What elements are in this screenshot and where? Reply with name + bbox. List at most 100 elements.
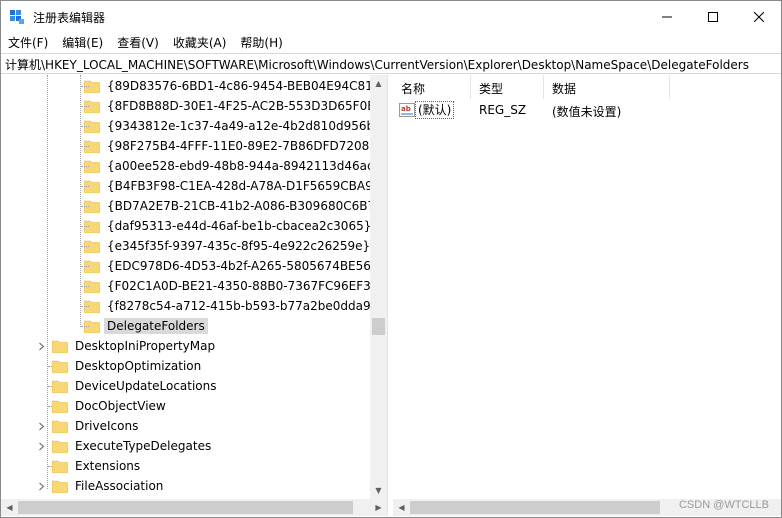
tree-item-label: DesktopIniPropertyMap <box>75 339 216 353</box>
registry-editor-window: 注册表编辑器 文件(F) 编辑(E) 查看(V) 收藏夹(A) 帮助(H) 计算… <box>0 0 782 518</box>
tree-item-selected[interactable]: DelegateFolders <box>81 316 208 336</box>
folder-icon <box>52 420 68 433</box>
tree-item-label: {f8278c54-a712-415b-b593-b77a2be0dda9} <box>107 299 379 313</box>
tree-item-label: {F02C1A0D-BE21-4350-88B0-7367FC96EF3C} <box>107 279 387 293</box>
tree-item[interactable]: Extensions <box>48 456 143 476</box>
watermark-text: CSDN @WTCLLB <box>678 499 769 511</box>
scroll-down-icon[interactable]: ▼ <box>370 482 387 499</box>
list-item[interactable]: ab (默认) REG_SZ (数值未设置) <box>393 100 781 120</box>
close-button[interactable] <box>736 1 782 32</box>
tree-guide-line <box>48 406 52 407</box>
tree-item[interactable]: DesktopOptimization <box>48 356 204 376</box>
tree-item[interactable]: {a00ee528-ebd9-48b8-944a-8942113d46ac} <box>81 156 384 176</box>
tree-item[interactable]: {F02C1A0D-BE21-4350-88B0-7367FC96EF3C} <box>81 276 387 296</box>
scroll-right-icon[interactable]: ▶ <box>370 499 387 516</box>
tree-item[interactable]: {e345f35f-9397-435c-8f95-4e922c26259e} <box>81 236 373 256</box>
tree-guide-line <box>48 466 52 467</box>
minimize-icon <box>662 16 672 17</box>
menu-view[interactable]: 查看(V) <box>110 32 166 52</box>
folder-icon <box>52 480 68 493</box>
folder-icon <box>52 360 68 373</box>
tree-item[interactable]: {9343812e-1c37-4a49-a12e-4b2d810d956b} <box>81 116 385 136</box>
tree-item[interactable]: DocObjectView <box>48 396 169 416</box>
tree-item-label: {9343812e-1c37-4a49-a12e-4b2d810d956b} <box>107 119 382 133</box>
menu-help[interactable]: 帮助(H) <box>233 32 289 52</box>
tree-item-label: DelegateFolders <box>104 318 208 334</box>
tree-guide-line <box>81 186 89 187</box>
chevron-right-icon[interactable] <box>37 422 46 431</box>
scroll-left-icon[interactable]: ◀ <box>1 499 18 516</box>
chevron-right-icon[interactable] <box>37 342 46 351</box>
tree-item-label: {B4FB3F98-C1EA-428d-A78A-D1F5659CBA93} <box>107 179 387 193</box>
column-header-name[interactable]: 名称 <box>401 80 425 97</box>
scroll-thumb[interactable] <box>372 318 385 335</box>
tree-item-label: {e345f35f-9397-435c-8f95-4e922c26259e} <box>107 239 371 253</box>
tree-item-label: Extensions <box>75 459 141 473</box>
tree-item[interactable]: {8FD8B88D-30E1-4F25-AC2B-553D3D65F0EA} <box>81 96 387 116</box>
maximize-button[interactable] <box>690 1 736 32</box>
tree-guide-line <box>48 386 52 387</box>
regedit-app-icon <box>10 10 24 24</box>
column-separator[interactable] <box>470 75 471 99</box>
window-title: 注册表编辑器 <box>33 11 106 25</box>
column-separator[interactable] <box>669 75 670 99</box>
menu-file[interactable]: 文件(F) <box>1 32 55 52</box>
scroll-thumb[interactable] <box>410 501 660 514</box>
scroll-left-icon[interactable]: ◀ <box>393 499 410 516</box>
chevron-right-icon[interactable] <box>37 442 46 451</box>
column-header-data[interactable]: 数据 <box>552 80 576 97</box>
tree-item[interactable]: FileAssociation <box>37 476 166 496</box>
chevron-right-icon[interactable] <box>37 482 46 491</box>
svg-text:ab: ab <box>401 105 411 113</box>
tree-item-label: {8FD8B88D-30E1-4F25-AC2B-553D3D65F0EA} <box>107 99 387 113</box>
tree-item-label: {daf95313-e44d-46af-be1b-cbacea2c3065} <box>107 219 372 233</box>
title-bar[interactable]: 注册表编辑器 <box>1 1 781 32</box>
values-list: 名称 类型 数据 ab (默认) REG_SZ (数值未设置) <box>393 75 781 499</box>
tree-item[interactable]: {98F275B4-4FFF-11E0-89E2-7B86DFD72085} <box>81 136 387 156</box>
tree-guide-line <box>81 246 89 247</box>
tree-item[interactable]: DesktopIniPropertyMap <box>37 336 218 356</box>
column-header-type[interactable]: 类型 <box>479 80 503 97</box>
tree-guide-line <box>81 166 89 167</box>
registry-tree: {89D83576-6BD1-4c86-9454-BEB04E94C819} {… <box>1 75 387 499</box>
tree-guide-line <box>48 366 52 367</box>
folder-icon <box>52 380 68 393</box>
value-data: (数值未设置) <box>552 105 622 119</box>
tree-guide-line <box>81 146 89 147</box>
tree-guide-line <box>81 206 89 207</box>
close-icon <box>754 11 764 22</box>
tree-item[interactable]: {BD7A2E7B-21CB-41b2-A086-B309680C6B7E} <box>81 196 387 216</box>
folder-icon <box>52 340 68 353</box>
tree-item[interactable]: {f8278c54-a712-415b-b593-b77a2be0dda9} <box>81 296 381 316</box>
tree-vertical-scrollbar[interactable]: ▲ ▼ <box>370 75 387 499</box>
scroll-up-icon[interactable]: ▲ <box>370 75 387 92</box>
ab-string-icon: ab <box>399 103 415 117</box>
menu-edit[interactable]: 编辑(E) <box>55 32 110 52</box>
tree-item[interactable]: {B4FB3F98-C1EA-428d-A78A-D1F5659CBA93} <box>81 176 387 196</box>
list-header: 名称 类型 数据 <box>393 75 781 99</box>
folder-icon <box>52 440 68 453</box>
tree-guide-line <box>81 126 89 127</box>
tree-item-label: DesktopOptimization <box>75 359 202 373</box>
minimize-button[interactable] <box>644 1 690 32</box>
tree-guide-line <box>81 326 89 327</box>
tree-item[interactable]: ExecuteTypeDelegates <box>37 436 214 456</box>
tree-item-label: ExecuteTypeDelegates <box>75 439 212 453</box>
tree-guide-line <box>81 86 89 87</box>
tree-guide-line <box>81 306 89 307</box>
tree-item[interactable]: DeviceUpdateLocations <box>48 376 220 396</box>
column-separator[interactable] <box>543 75 544 99</box>
scroll-thumb[interactable] <box>18 501 353 514</box>
menu-favorites[interactable]: 收藏夹(A) <box>166 32 234 52</box>
tree-item[interactable]: {89D83576-6BD1-4c86-9454-BEB04E94C819} <box>81 76 387 96</box>
tree-item[interactable]: {EDC978D6-4D53-4b2f-A265-5805674BE568} <box>81 256 387 276</box>
tree-item[interactable]: DriveIcons <box>37 416 141 436</box>
tree-item-label: {BD7A2E7B-21CB-41b2-A086-B309680C6B7E} <box>107 199 387 213</box>
tree-guide-line <box>81 286 89 287</box>
tree-guide-line <box>81 226 89 227</box>
tree-item[interactable]: {daf95313-e44d-46af-be1b-cbacea2c3065} <box>81 216 374 236</box>
tree-horizontal-scrollbar[interactable]: ◀ ▶ <box>1 499 387 516</box>
menu-bar: 文件(F) 编辑(E) 查看(V) 收藏夹(A) 帮助(H) <box>1 32 781 52</box>
folder-icon <box>52 460 68 473</box>
address-bar[interactable]: 计算机\HKEY_LOCAL_MACHINE\SOFTWARE\Microsof… <box>1 53 781 74</box>
